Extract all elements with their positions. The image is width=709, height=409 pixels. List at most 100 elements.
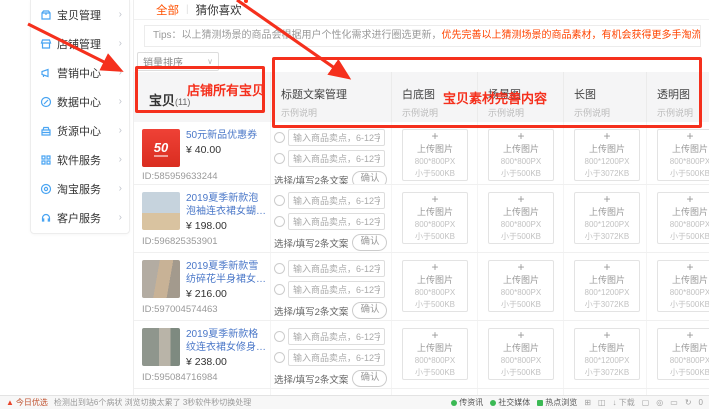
sidebar-item-label: 客户服务 [57, 210, 119, 226]
tab-all[interactable]: 全部 [156, 2, 179, 18]
sidebar-item-marketing-center[interactable]: 营销中心 › [31, 58, 129, 87]
confirm-button[interactable]: 确认 [352, 370, 387, 387]
plus-icon: + [603, 194, 610, 204]
copy-checkbox[interactable] [274, 284, 285, 295]
sidebar-item-taobao-service[interactable]: 淘宝服务 › [31, 174, 129, 203]
chart-icon [40, 96, 52, 108]
app-icon[interactable]: ⊞ [584, 398, 591, 407]
download-icon[interactable]: ↓ 下载 [613, 397, 635, 408]
confirm-button[interactable]: 确认 [352, 234, 387, 251]
upload-label: 上传图片 [672, 273, 708, 286]
sidebar-item-software-service[interactable]: 软件服务 › [31, 145, 129, 174]
tray-item-news[interactable]: 传资讯 [451, 397, 483, 408]
selling-point-input[interactable] [288, 213, 385, 230]
upload-image-button[interactable]: + 上传图片 800*800PX 小于500KB [402, 260, 468, 312]
upload-image-button[interactable]: + 上传图片 800*800PX 小于500KB [488, 260, 554, 312]
copy-checkbox[interactable] [274, 216, 285, 227]
selling-point-input[interactable] [288, 260, 385, 277]
sidebar-item-shop-manage[interactable]: 店铺管理 › [31, 29, 129, 58]
sales-sort-dropdown[interactable]: 销量排序 ∨ [137, 52, 219, 71]
bottom-taskbar: ▲今日优选 检测出到站6个病状 浏览切换太累了 3秒软件秒切换处理 传资讯 社交… [0, 395, 709, 409]
sidebar-item-data-center[interactable]: 数据中心 › [31, 87, 129, 116]
header-long-image: 长图 示例说明 [564, 72, 647, 122]
copy-checkbox[interactable] [274, 153, 285, 164]
selling-point-input[interactable] [288, 129, 385, 146]
selling-point-input[interactable] [288, 281, 385, 298]
selling-point-input[interactable] [288, 192, 385, 209]
upload-image-button[interactable]: + 上传图片 800*800PX 小于500KB [657, 260, 709, 312]
sidebar-item-supply-center[interactable]: 货源中心 › [31, 116, 129, 145]
copy-checkbox[interactable] [274, 263, 285, 274]
upload-image-button[interactable]: + 上传图片 800*800PX 小于500KB [402, 129, 468, 181]
upload-image-button[interactable]: + 上传图片 800*1200PX 小于3072KB [574, 260, 640, 312]
product-cell: 2019夏季新款雪纺碎花半身裙女中长款高腰显瘦白 ¥ 216.00 ID:597… [134, 253, 271, 320]
taskbar-brand[interactable]: ▲今日优选 [6, 397, 48, 408]
copy-checkbox[interactable] [274, 132, 285, 143]
upload-image-button[interactable]: + 上传图片 800*800PX 小于500KB [657, 192, 709, 244]
upload-spec-size: 800*800PX [415, 288, 455, 298]
upload-spec-size: 800*800PX [415, 157, 455, 167]
chevron-right-icon: › [119, 67, 122, 78]
upload-label: 上传图片 [589, 341, 625, 354]
product-thumbnail[interactable] [142, 328, 180, 366]
plus-icon: + [431, 194, 438, 204]
product-id: ID:596825353901 [142, 236, 266, 247]
refresh-icon[interactable]: ↻ [685, 398, 692, 407]
copy-checkbox[interactable] [274, 352, 285, 363]
upload-image-button[interactable]: + 上传图片 800*800PX 小于500KB [402, 192, 468, 244]
upload-image-button[interactable]: + 上传图片 800*1200PX 小于3072KB [574, 192, 640, 244]
copy-checkbox[interactable] [274, 195, 285, 206]
selling-point-input[interactable] [288, 328, 385, 345]
upload-spec-limit: 小于500KB [501, 368, 541, 378]
sidebar-item-label: 店铺管理 [57, 36, 119, 52]
product-title-link[interactable]: 2019夏季新款雪纺碎花半身裙女中长款高腰显瘦白 [186, 260, 266, 286]
window-icon[interactable]: ▭ [670, 398, 678, 407]
upload-image-button[interactable]: + 上传图片 800*800PX 小于500KB [657, 328, 709, 380]
plus-icon: + [517, 330, 524, 340]
megaphone-icon [40, 67, 52, 79]
upload-image-button[interactable]: + 上传图片 800*800PX 小于500KB [402, 328, 468, 380]
product-title-link[interactable]: 2019夏季新款格纹连衣裙女修身显瘦小众网红款 [186, 328, 266, 354]
table-body: 50 50元新品优惠券 ¥ 40.00 ID:585959633244 [134, 122, 709, 396]
app-icon[interactable]: ▢ [642, 398, 650, 407]
app-icon[interactable]: ◫ [598, 398, 606, 407]
header-white-bg-image: 白底图 示例说明 [392, 72, 478, 122]
tab-guess-you-like[interactable]: 猜你喜欢 [196, 2, 242, 18]
tray-item-social[interactable]: 社交媒体 [490, 397, 530, 408]
product-price: ¥ 238.00 [186, 356, 266, 368]
upload-label: 上传图片 [417, 341, 453, 354]
product-title-link[interactable]: 50元新品优惠券 [186, 129, 257, 142]
upload-spec-size: 800*800PX [670, 157, 709, 167]
plus-icon: + [603, 262, 610, 272]
confirm-button[interactable]: 确认 [352, 171, 387, 184]
confirm-button[interactable]: 确认 [352, 302, 387, 319]
green-dot-icon [490, 400, 496, 406]
sidebar-item-customer-service[interactable]: 客户服务 › [31, 203, 129, 232]
selling-point-input[interactable] [288, 150, 385, 167]
main-panel: 全部 | 猜你喜欢 Tips：以上猜测场景的商品会根据用户个性化需求进行圈选更新… [133, 0, 709, 396]
sidebar-item-item-manage[interactable]: 宝贝管理 › [31, 0, 129, 29]
upload-label: 上传图片 [672, 142, 708, 155]
upload-spec-limit: 小于500KB [670, 368, 709, 378]
product-title-link[interactable]: 2019夏季新款泡泡袖连衣裙女蝴蝶结短袖T恤中长款 [186, 192, 266, 218]
header-scene-image: 场景图 示例说明 [478, 72, 564, 122]
copy-checkbox[interactable] [274, 331, 285, 342]
tips-highlight: 优先完善以上猜测场景的商品素材，有机会获得更多手淘流量 [442, 30, 701, 41]
upload-image-button[interactable]: + 上传图片 800*1200PX 小于3072KB [574, 129, 640, 181]
grid-icon [40, 154, 52, 166]
plus-icon: + [431, 262, 438, 272]
flame-icon: ▲ [6, 398, 14, 407]
upload-image-button[interactable]: + 上传图片 800*1200PX 小于3072KB [574, 328, 640, 380]
upload-image-button[interactable]: + 上传图片 800*800PX 小于500KB [488, 192, 554, 244]
upload-image-button[interactable]: + 上传图片 800*800PX 小于500KB [488, 328, 554, 380]
product-thumbnail[interactable] [142, 192, 180, 230]
chevron-right-icon: › [119, 154, 122, 165]
copy-hint: 选择/填写2条文案 [274, 173, 348, 185]
selling-point-input[interactable] [288, 349, 385, 366]
upload-image-button[interactable]: + 上传图片 800*800PX 小于500KB [488, 129, 554, 181]
upload-image-button[interactable]: + 上传图片 800*800PX 小于500KB [657, 129, 709, 181]
product-thumbnail[interactable] [142, 260, 180, 298]
product-thumbnail[interactable]: 50 [142, 129, 180, 167]
tray-item-hot[interactable]: 热点浏览 [537, 397, 577, 408]
app-icon[interactable]: ◎ [656, 398, 663, 407]
